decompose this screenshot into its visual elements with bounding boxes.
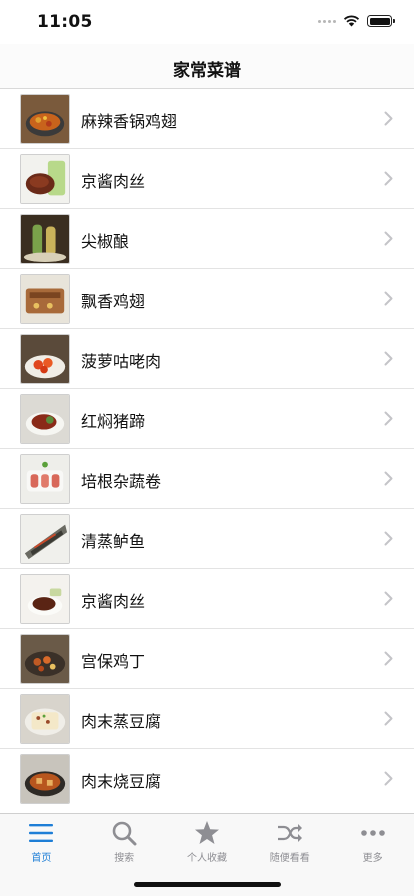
tab-label: 个人收藏 [186, 853, 227, 864]
recipe-thumbnail [20, 334, 70, 384]
chevron-right-icon [384, 591, 393, 606]
tab-item[interactable]: 首页 [0, 814, 83, 864]
tab-item[interactable]: 随便看看 [248, 814, 331, 864]
list-item[interactable]: 飘香鸡翅 [0, 269, 414, 329]
list-item[interactable]: 清蒸鲈鱼 [0, 509, 414, 569]
chevron-right-icon [384, 351, 393, 366]
recipe-thumbnail [20, 694, 70, 744]
chevron-right-icon [384, 231, 393, 246]
chevron-right-icon [384, 411, 393, 426]
recipe-title: 红焖猪蹄 [81, 412, 146, 431]
star-icon [194, 820, 220, 846]
chevron-right-icon [384, 771, 393, 786]
status-icons [318, 15, 395, 27]
recipe-title: 肉末烧豆腐 [81, 772, 162, 791]
recipe-list[interactable]: 麻辣香锅鸡翅 京酱肉丝 尖椒酿 飘香鸡翅 菠萝咕咾肉 红焖猪蹄 培根杂蔬卷 清蒸鲈鱼 京酱肉丝宫… [0, 89, 414, 813]
recipe-title: 京酱肉丝 [81, 592, 146, 611]
status-time: 11:05 [37, 12, 93, 32]
list-item[interactable]: 培根杂蔬卷 [0, 449, 414, 509]
list-item[interactable]: 肉末烧豆腐 [0, 749, 414, 809]
recipe-thumbnail [20, 94, 70, 144]
recipe-thumbnail [20, 634, 70, 684]
recipe-thumbnail [20, 154, 70, 204]
chevron-right-icon [384, 651, 393, 666]
recipe-title: 培根杂蔬卷 [81, 472, 162, 491]
search-icon [111, 820, 137, 846]
recipe-thumbnail [20, 454, 70, 504]
tab-item[interactable]: 个人收藏 [166, 814, 249, 864]
recipe-title: 肉末蒸豆腐 [81, 712, 162, 731]
list-icon [28, 820, 54, 846]
list-item[interactable]: 京酱肉丝 [0, 149, 414, 209]
list-item[interactable]: 宫保鸡丁 [0, 629, 414, 689]
navigation-bar: 家常菜谱 [0, 44, 414, 89]
list-item[interactable]: 菠萝咕咾肉 [0, 329, 414, 389]
chevron-right-icon [384, 171, 393, 186]
tab-item[interactable]: 更多 [331, 814, 414, 864]
recipe-thumbnail [20, 514, 70, 564]
recipe-thumbnail [20, 574, 70, 624]
recipe-title: 麻辣香锅鸡翅 [81, 112, 178, 131]
tab-label: 更多 [362, 853, 383, 864]
shuffle-icon [277, 820, 303, 846]
list-item[interactable]: 京酱肉丝 [0, 569, 414, 629]
tab-label: 随便看看 [269, 853, 310, 864]
chevron-right-icon [384, 711, 393, 726]
recipe-title: 宫保鸡丁 [81, 652, 146, 671]
page-title: 家常菜谱 [173, 61, 241, 81]
recipe-title: 京酱肉丝 [81, 172, 146, 191]
home-indicator [134, 882, 281, 887]
list-item[interactable]: 红焖猪蹄 [0, 389, 414, 449]
more-icon [360, 820, 386, 846]
recipe-thumbnail [20, 214, 70, 264]
tab-label: 搜索 [114, 853, 135, 864]
list-item[interactable]: 尖椒酿 [0, 209, 414, 269]
chevron-right-icon [384, 471, 393, 486]
cellular-signal-icon [318, 19, 336, 23]
chevron-right-icon [384, 111, 393, 126]
recipe-title: 清蒸鲈鱼 [81, 532, 146, 551]
status-bar: 11:05 [0, 0, 414, 44]
battery-icon [367, 15, 395, 27]
list-item[interactable]: 肉末蒸豆腐 [0, 689, 414, 749]
tab-item[interactable]: 搜索 [83, 814, 166, 864]
wifi-icon [343, 15, 360, 27]
chevron-right-icon [384, 291, 393, 306]
list-item[interactable]: 麻辣香锅鸡翅 [0, 89, 414, 149]
recipe-title: 尖椒酿 [81, 232, 130, 251]
tab-label: 首页 [31, 853, 52, 864]
recipe-title: 飘香鸡翅 [81, 292, 146, 311]
recipe-thumbnail [20, 274, 70, 324]
recipe-title: 菠萝咕咾肉 [81, 352, 162, 371]
recipe-thumbnail [20, 754, 70, 804]
chevron-right-icon [384, 531, 393, 546]
recipe-thumbnail [20, 394, 70, 444]
